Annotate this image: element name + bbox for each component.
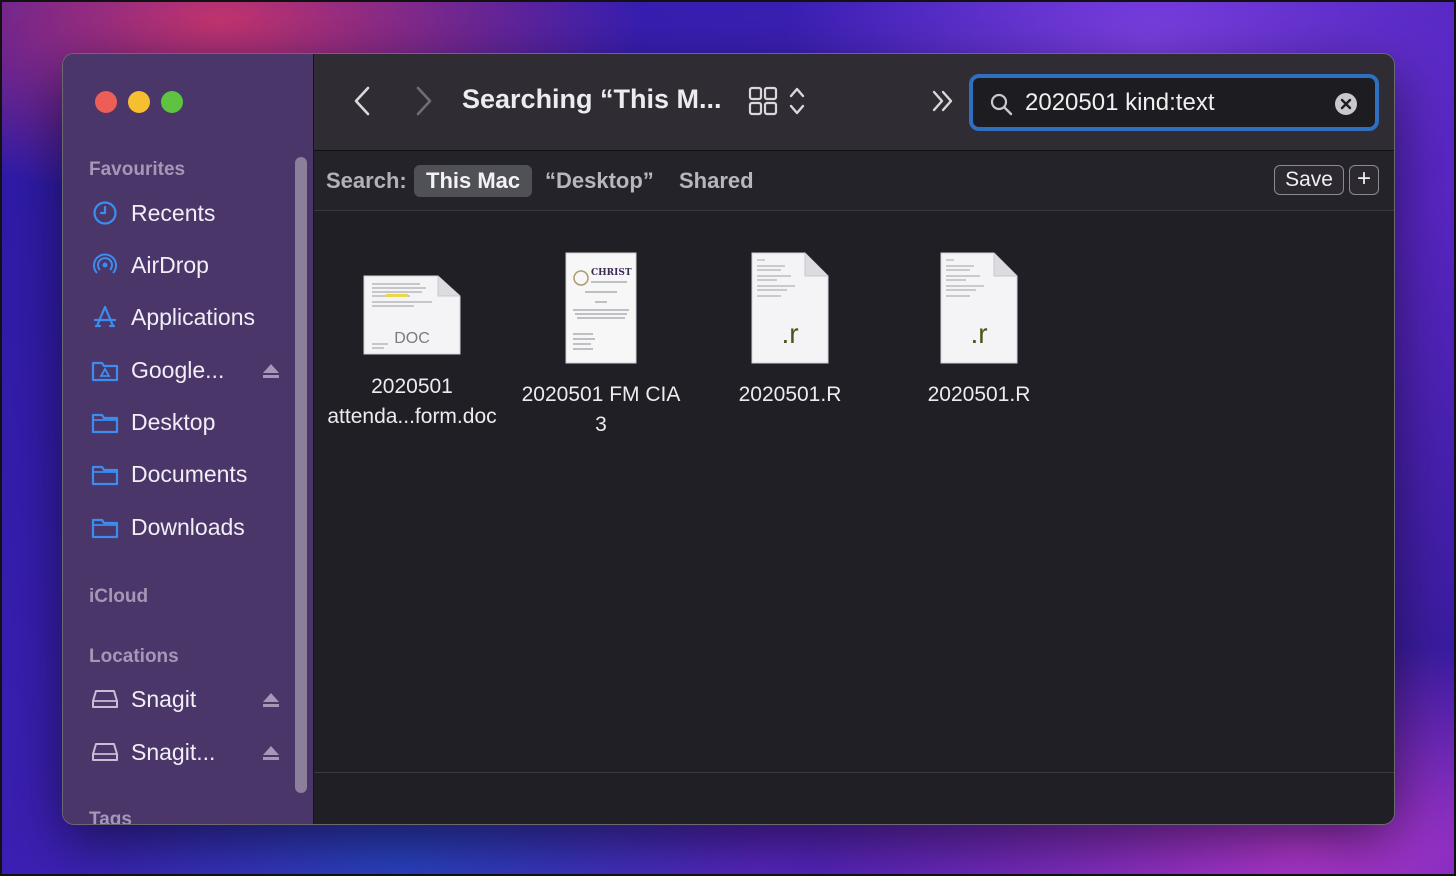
sidebar-item-label: Snagit... <box>131 738 216 765</box>
eject-icon[interactable] <box>261 742 281 762</box>
chevron-up-down-icon[interactable] <box>788 84 806 118</box>
sidebar-section-favourites: Favourites <box>89 159 186 180</box>
icon-view-button[interactable] <box>748 85 778 117</box>
sidebar-item-label: Desktop <box>131 408 216 435</box>
sidebar-item-label: Google... <box>131 356 225 383</box>
file-type-badge: DOC <box>394 330 430 347</box>
sidebar-item-documents[interactable]: Documents <box>91 454 291 494</box>
toolbar: Searching “This M... <box>314 54 1394 151</box>
file-type-badge: .r <box>970 318 988 349</box>
sidebar-item-label: Documents <box>131 460 248 487</box>
sidebar-item-label: Snagit <box>131 685 197 712</box>
search-field[interactable] <box>969 74 1379 131</box>
window-controls <box>95 91 183 113</box>
airdrop-icon <box>91 251 119 279</box>
minimize-window-button[interactable] <box>128 91 150 113</box>
file-name: 2020501.R <box>738 383 842 406</box>
scope-this-mac-button[interactable]: This Mac <box>414 165 533 197</box>
search-scope-bar: Search: This Mac “Desktop” Shared Save + <box>314 151 1394 211</box>
sidebar-scrollbar[interactable] <box>295 157 307 793</box>
search-results: DOC 2020501 attenda...form.doc CHRIST 20… <box>314 212 1394 772</box>
sidebar-item-google-drive[interactable]: Google... <box>91 350 291 390</box>
file-item[interactable]: .r 2020501.R <box>695 252 885 410</box>
eject-icon[interactable] <box>261 360 281 380</box>
file-name: 2020501 attenda...form.doc <box>327 375 497 428</box>
path-bar <box>314 772 1394 824</box>
folder-icon <box>91 513 119 541</box>
more-toolbar-items-icon[interactable] <box>930 88 956 114</box>
sidebar-section-icloud[interactable]: iCloud <box>89 586 148 608</box>
sidebar-item-recents[interactable]: Recents <box>91 193 291 233</box>
scope-shared-button[interactable]: Shared <box>667 165 766 197</box>
sidebar-item-downloads[interactable]: Downloads <box>91 507 291 547</box>
sidebar: Favourites Recents AirDrop Applications … <box>63 54 314 824</box>
r-script-file-icon: .r <box>940 252 1018 364</box>
google-drive-folder-icon <box>91 356 119 384</box>
clear-search-icon[interactable] <box>1335 93 1357 115</box>
finder-window: Favourites Recents AirDrop Applications … <box>62 53 1395 825</box>
pdf-preview-icon: CHRIST <box>565 252 637 364</box>
doc-file-icon: DOC <box>362 274 462 356</box>
sidebar-item-airdrop[interactable]: AirDrop <box>91 245 291 285</box>
sidebar-item-label: Downloads <box>131 513 245 540</box>
forward-button[interactable] <box>408 84 438 118</box>
back-button[interactable] <box>348 84 378 118</box>
window-title: Searching “This M... <box>462 84 722 114</box>
sidebar-item-label: Applications <box>131 303 256 330</box>
folder-icon <box>91 408 119 436</box>
file-item[interactable]: .r 2020501.R <box>884 252 1074 410</box>
search-icon <box>989 92 1013 116</box>
search-scope-label: Search: <box>326 168 407 193</box>
close-window-button[interactable] <box>95 91 117 113</box>
add-criteria-button[interactable]: + <box>1349 165 1379 195</box>
scope-desktop-button[interactable]: “Desktop” <box>533 165 666 197</box>
sidebar-section-tags[interactable]: Tags <box>89 809 132 824</box>
preview-heading: CHRIST <box>591 268 632 278</box>
sidebar-item-snagit-2[interactable]: Snagit... <box>91 732 291 772</box>
file-name: 2020501.R <box>927 383 1031 406</box>
zoom-window-button[interactable] <box>161 91 183 113</box>
file-name: 2020501 FM CIA 3 <box>521 383 681 436</box>
clock-icon <box>91 199 119 227</box>
folder-icon <box>91 460 119 488</box>
sidebar-item-applications[interactable]: Applications <box>91 297 291 337</box>
sidebar-item-snagit[interactable]: Snagit <box>91 679 291 719</box>
eject-icon[interactable] <box>261 689 281 709</box>
save-search-button[interactable]: Save <box>1274 165 1344 195</box>
drive-icon <box>91 685 119 713</box>
search-input[interactable] <box>1025 86 1325 120</box>
r-script-file-icon: .r <box>751 252 829 364</box>
file-item[interactable]: CHRIST 2020501 FM CIA 3 <box>506 252 696 440</box>
sidebar-item-desktop[interactable]: Desktop <box>91 402 291 442</box>
file-item[interactable]: DOC 2020501 attenda...form.doc <box>317 252 507 432</box>
sidebar-item-label: Recents <box>131 199 216 226</box>
file-type-badge: .r <box>781 318 799 349</box>
applications-icon <box>91 303 119 331</box>
drive-icon <box>91 738 119 766</box>
sidebar-section-locations: Locations <box>89 646 179 667</box>
sidebar-item-label: AirDrop <box>131 251 209 278</box>
